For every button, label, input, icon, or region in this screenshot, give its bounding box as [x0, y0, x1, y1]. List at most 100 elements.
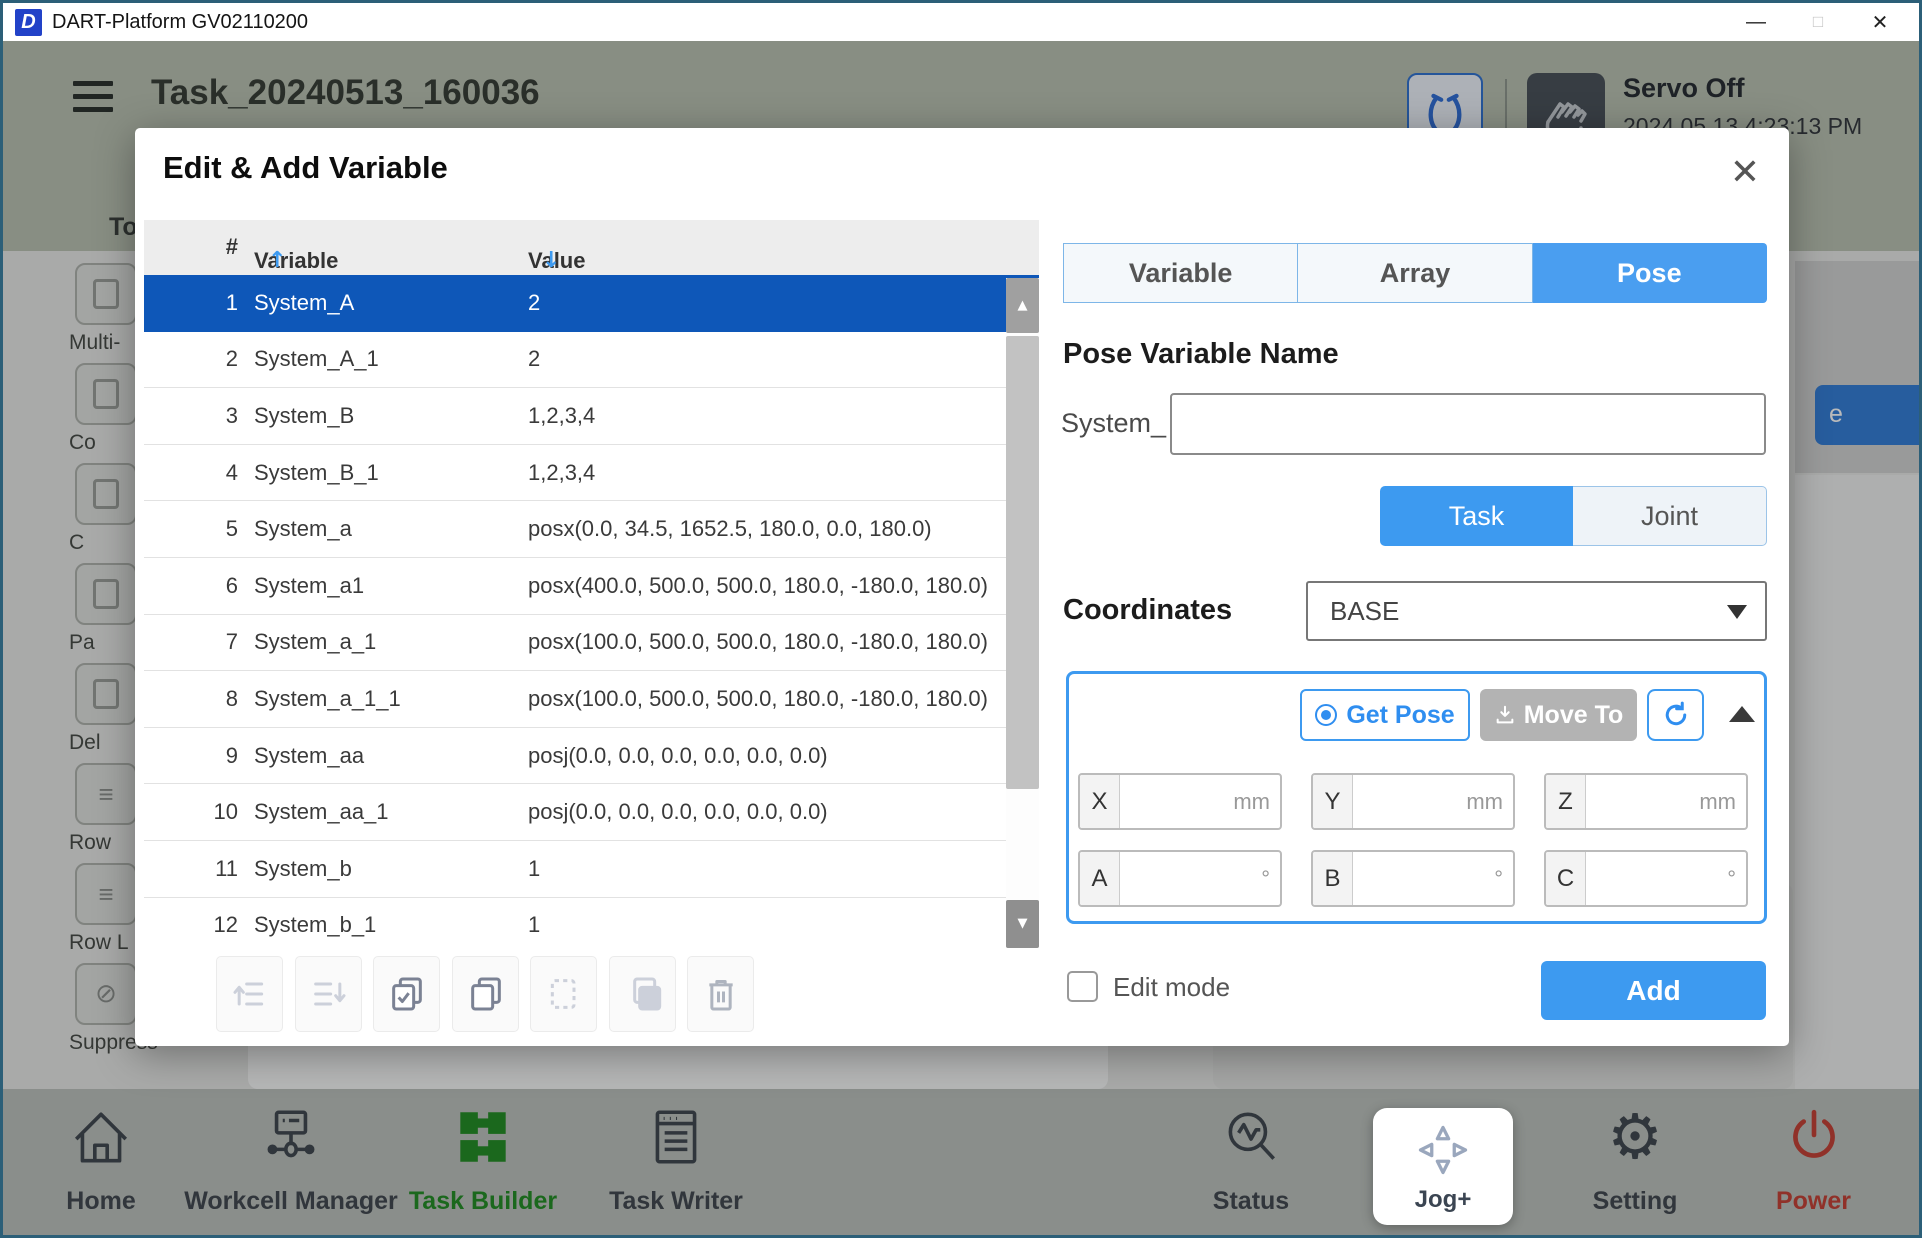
move-to-button[interactable]: Move To	[1480, 689, 1637, 741]
table-cell: posx(100.0, 500.0, 500.0, 180.0, -180.0,…	[528, 686, 1039, 712]
b-input[interactable]	[1353, 852, 1494, 905]
window-maximize-button[interactable]: □	[1787, 12, 1849, 32]
nav-item-jog[interactable]: Jog+	[1373, 1108, 1513, 1225]
jog-pad-icon	[1410, 1120, 1476, 1180]
refresh-pose-button[interactable]	[1647, 689, 1704, 741]
table-row[interactable]: 1 System_A2	[144, 275, 1039, 332]
pose-field-z: Z mm	[1544, 773, 1748, 830]
table-row[interactable]: 2System_A_12	[144, 332, 1039, 389]
y-input[interactable]	[1353, 775, 1466, 828]
table-cell: System_aa_1	[254, 799, 528, 825]
paste-icon	[623, 974, 663, 1014]
move-to-icon	[1494, 704, 1516, 726]
trash-icon	[701, 974, 741, 1014]
pose-field-y: Y mm	[1311, 773, 1515, 830]
table-row[interactable]: 4System_B_11,2,3,4	[144, 445, 1039, 502]
table-cell: System_B_1	[254, 460, 528, 486]
table-cell: 2	[528, 346, 1039, 372]
table-cell: posj(0.0, 0.0, 0.0, 0.0, 0.0, 0.0)	[528, 799, 1039, 825]
table-cell: 2	[144, 346, 238, 372]
table-cell: 4	[144, 460, 238, 486]
move-row-down-button[interactable]	[295, 956, 362, 1032]
table-row[interactable]: 10System_aa_1posj(0.0, 0.0, 0.0, 0.0, 0.…	[144, 784, 1039, 841]
scroll-down-icon[interactable]: ▼	[1006, 900, 1039, 948]
sort-asc-icon[interactable]: ↑	[268, 248, 286, 273]
table-row[interactable]: 11System_b1	[144, 841, 1039, 898]
table-cell: posj(0.0, 0.0, 0.0, 0.0, 0.0, 0.0)	[528, 743, 1039, 769]
collapse-panel-icon[interactable]	[1729, 706, 1755, 722]
os-title-bar: D DART-Platform GV02110200 — □ ✕	[3, 3, 1919, 41]
radio-icon	[1315, 704, 1337, 726]
dialog-title: Edit & Add Variable	[163, 150, 448, 186]
cut-button[interactable]	[530, 956, 597, 1032]
x-input[interactable]	[1120, 775, 1233, 828]
variable-name-prefix: System_	[1061, 408, 1166, 439]
table-cell: System_a_1	[254, 629, 528, 655]
table-cell: System_b_1	[254, 912, 528, 938]
c-input[interactable]	[1586, 852, 1727, 905]
edit-mode-checkbox[interactable]	[1067, 971, 1098, 1002]
mode-joint-button[interactable]: Joint	[1573, 486, 1767, 546]
a-input[interactable]	[1120, 852, 1261, 905]
table-cell: System_A_1	[254, 346, 528, 372]
z-input[interactable]	[1586, 775, 1699, 828]
select-all-button[interactable]	[373, 956, 440, 1032]
table-row[interactable]: 9 System_aaposj(0.0, 0.0, 0.0, 0.0, 0.0, …	[144, 728, 1039, 785]
add-button[interactable]: Add	[1541, 961, 1766, 1020]
tab-variable[interactable]: Variable	[1063, 243, 1298, 303]
table-cell: 5	[144, 516, 238, 542]
table-cell: 2	[528, 290, 1039, 316]
copy-icon	[466, 974, 506, 1014]
list-move-up-icon	[230, 974, 270, 1014]
table-cell: 1	[144, 290, 238, 316]
column-number: #	[144, 234, 238, 260]
table-cell: 12	[144, 912, 238, 938]
window-minimize-button[interactable]: —	[1725, 11, 1787, 34]
chevron-down-icon	[1727, 605, 1747, 619]
tab-array[interactable]: Array	[1298, 243, 1532, 303]
delete-button[interactable]	[687, 956, 754, 1032]
window-close-button[interactable]: ✕	[1849, 10, 1911, 35]
table-cell: 9	[144, 743, 238, 769]
coordinates-dropdown[interactable]: BASE	[1306, 581, 1767, 641]
scroll-up-icon[interactable]: ▲	[1006, 278, 1039, 333]
close-icon[interactable]: ✕	[1723, 150, 1767, 194]
table-cell: System_B	[254, 403, 528, 429]
paste-button[interactable]	[609, 956, 676, 1032]
table-cell: 1	[528, 856, 1039, 882]
table-row[interactable]: 6 System_a1posx(400.0, 500.0, 500.0, 180.…	[144, 558, 1039, 615]
pose-variable-name-heading: Pose Variable Name	[1063, 338, 1339, 371]
variable-table: 1System_A22System_A_123System_B1,2,3,44S…	[144, 275, 1039, 948]
variable-type-tabs: Variable Array Pose	[1063, 243, 1767, 303]
scrollbar-thumb[interactable]	[1006, 336, 1039, 789]
app-frame: D DART-Platform GV02110200 — □ ✕ Task_20…	[0, 0, 1922, 1238]
copy-check-icon	[387, 974, 427, 1014]
edit-mode-label: Edit mode	[1113, 972, 1230, 1003]
get-pose-button[interactable]: Get Pose	[1300, 689, 1470, 741]
table-cell: System_a	[254, 516, 528, 542]
table-row[interactable]: 8System_a_1_1posx(100.0, 500.0, 500.0, 1…	[144, 671, 1039, 728]
table-cell: 8	[144, 686, 238, 712]
table-cell: posx(400.0, 500.0, 500.0, 180.0, -180.0,…	[528, 573, 1039, 599]
variable-name-input[interactable]	[1170, 393, 1766, 455]
table-row[interactable]: 5System_aposx(0.0, 34.5, 1652.5, 180.0, …	[144, 501, 1039, 558]
table-cell: System_a1	[254, 573, 528, 599]
pose-field-c: C °	[1544, 850, 1748, 907]
table-row[interactable]: 12System_b_11	[144, 898, 1039, 948]
variable-table-header: # Variable Name↑ Value↓	[144, 220, 1039, 275]
table-row[interactable]: 3System_B1,2,3,4	[144, 388, 1039, 445]
mode-task-button[interactable]: Task	[1380, 486, 1573, 546]
list-move-down-icon	[309, 974, 349, 1014]
sort-desc-icon[interactable]: ↓	[542, 248, 560, 273]
table-cell: System_A	[254, 290, 528, 316]
table-scrollbar[interactable]: ▲ ▼	[1006, 278, 1039, 948]
app-logo-icon: D	[15, 9, 42, 36]
move-row-up-button[interactable]	[216, 956, 283, 1032]
table-cell: 7	[144, 629, 238, 655]
table-row[interactable]: 7 System_a_1posx(100.0, 500.0, 500.0, 180…	[144, 615, 1039, 672]
table-cell: System_aa	[254, 743, 528, 769]
table-cell: posx(100.0, 500.0, 500.0, 180.0, -180.0,…	[528, 629, 1039, 655]
copy-button[interactable]	[452, 956, 519, 1032]
tab-pose[interactable]: Pose	[1533, 243, 1767, 303]
table-cell: 6	[144, 573, 238, 599]
